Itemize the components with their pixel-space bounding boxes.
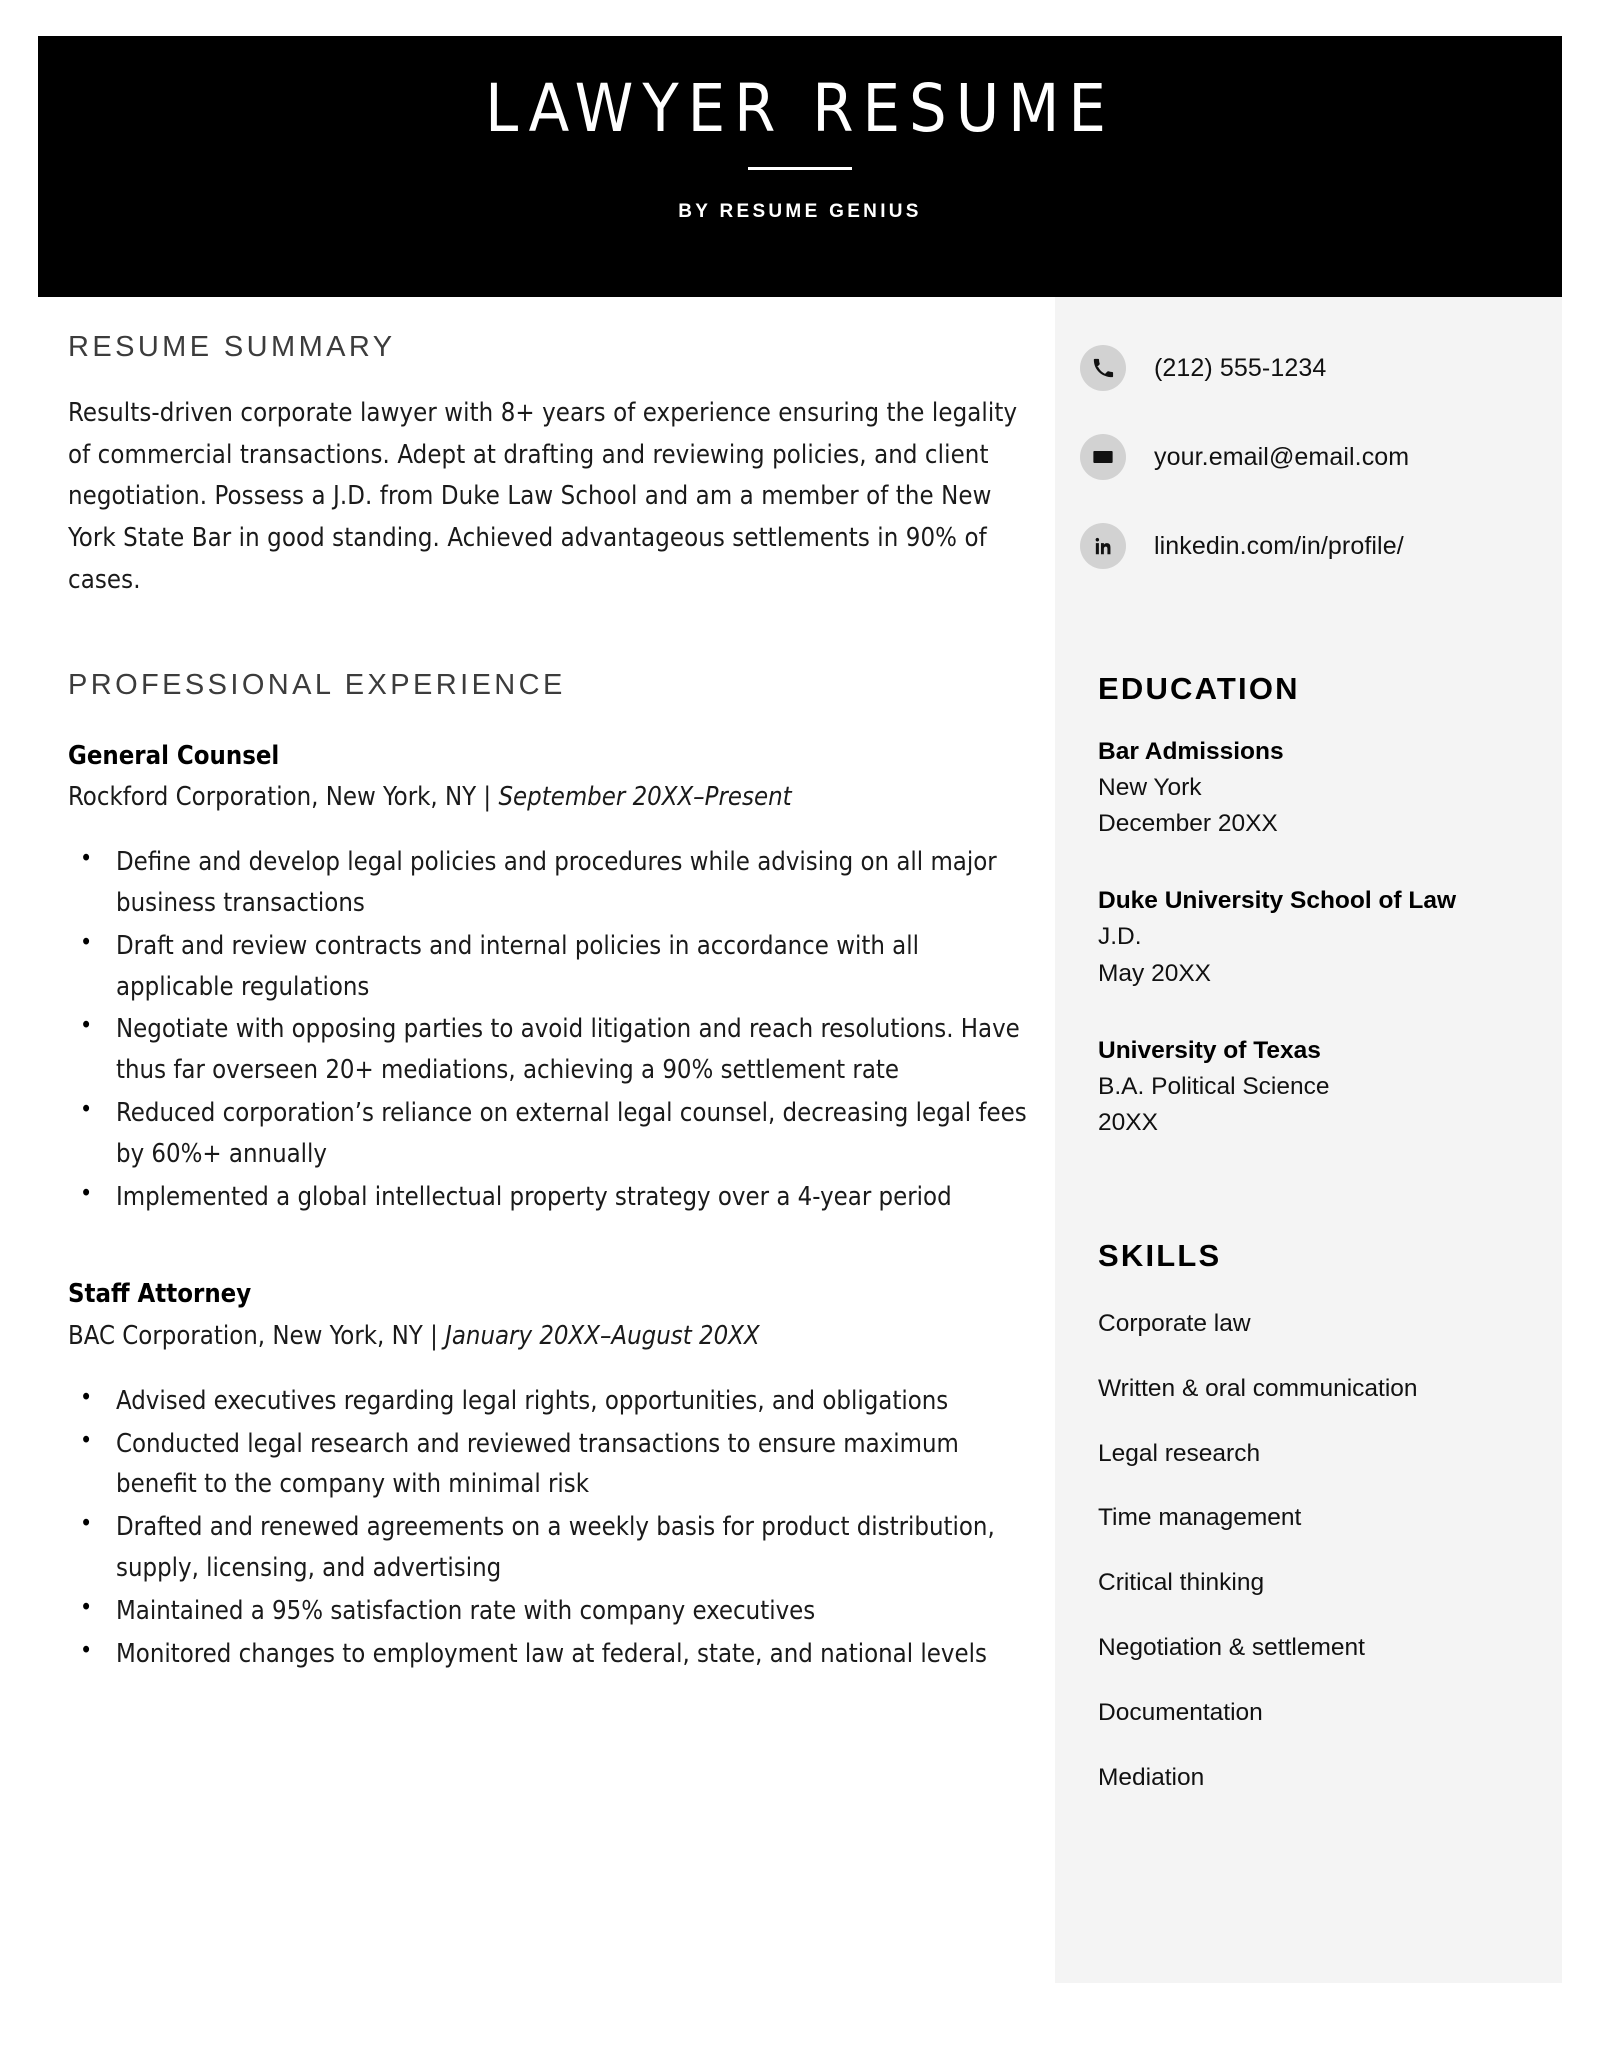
header-banner: LAWYER RESUME BY RESUME GENIUS xyxy=(38,36,1562,297)
list-item: Draft and review contracts and internal … xyxy=(68,925,1028,1008)
resume-summary-heading: RESUME SUMMARY xyxy=(68,331,396,363)
header-subtitle: BY RESUME GENIUS xyxy=(678,201,922,222)
job-dates: September 20XX–Present xyxy=(498,781,792,812)
skills-section: SKILLS Corporate law Written & oral comm… xyxy=(1098,1237,1558,1794)
education-date: 20XX xyxy=(1098,1108,1158,1136)
list-item: Written & oral communication xyxy=(1098,1374,1418,1402)
education-detail: B.A. Political Science xyxy=(1098,1072,1330,1100)
contact-linkedin-value: linkedin.com/in/profile/ xyxy=(1154,531,1404,560)
skills-heading: SKILLS xyxy=(1098,1237,1222,1273)
list-item: Monitored changes to employment law at f… xyxy=(68,1633,1028,1675)
education-school: University of Texas xyxy=(1098,1036,1321,1064)
education-date: December 20XX xyxy=(1098,810,1278,838)
list-item: Legal research xyxy=(1098,1439,1261,1467)
list-item: Time management xyxy=(1098,1504,1302,1532)
education-school: Bar Admissions xyxy=(1098,738,1284,766)
list-item: Critical thinking xyxy=(1098,1569,1265,1597)
professional-experience-heading: PROFESSIONAL EXPERIENCE xyxy=(68,668,566,701)
list-item: Reduced corporation’s reliance on extern… xyxy=(68,1092,1028,1175)
professional-experience-section: PROFESSIONAL EXPERIENCE General Counsel … xyxy=(68,668,1028,1675)
list-item: Advised executives regarding legal right… xyxy=(68,1380,1028,1422)
skills-list: Corporate law Written & oral communicati… xyxy=(1098,1308,1558,1794)
education-date: May 20XX xyxy=(1098,959,1212,987)
resume-page: LAWYER RESUME BY RESUME GENIUS RESUME SU… xyxy=(0,0,1600,2071)
envelope-icon xyxy=(1080,434,1126,480)
sidebar-body: EDUCATION Bar Admissions New York Decemb… xyxy=(1098,670,1558,1827)
linkedin-icon xyxy=(1080,523,1126,569)
resume-summary-text: Results-driven corporate lawyer with 8+ … xyxy=(68,397,1018,596)
header-divider xyxy=(748,167,852,170)
list-item: Define and develop legal policies and pr… xyxy=(68,841,1028,924)
list-item: Conducted legal research and reviewed tr… xyxy=(68,1423,1028,1506)
contact-item-linkedin[interactable]: linkedin.com/in/profile/ xyxy=(1080,523,1550,569)
list-item: Negotiate with opposing parties to avoid… xyxy=(68,1008,1028,1091)
job-title: Staff Attorney xyxy=(68,1279,252,1310)
job-meta: Rockford Corporation, New York, NY | Sep… xyxy=(68,778,1028,816)
education-entry: University of Texas B.A. Political Scien… xyxy=(1098,1034,1558,1139)
contact-item-phone[interactable]: (212) 555-1234 xyxy=(1080,345,1550,391)
list-item: Negotiation & settlement xyxy=(1098,1634,1365,1662)
job-title: General Counsel xyxy=(68,740,280,771)
education-heading: EDUCATION xyxy=(1098,671,1300,706)
contact-list: (212) 555-1234 your.email@email.com link… xyxy=(1080,345,1550,612)
list-item: Implemented a global intellectual proper… xyxy=(68,1176,1028,1218)
page-title: LAWYER RESUME xyxy=(485,70,1115,147)
job-bullets: Define and develop legal policies and pr… xyxy=(68,841,1028,1218)
list-item: Maintained a 95% satisfaction rate with … xyxy=(68,1590,1028,1632)
job-entry: General Counsel Rockford Corporation, Ne… xyxy=(68,737,1028,1218)
job-employer: Rockford Corporation, New York, NY | xyxy=(68,781,499,812)
list-item: Mediation xyxy=(1098,1763,1205,1791)
job-meta: BAC Corporation, New York, NY | January … xyxy=(68,1317,1028,1355)
contact-email-value: your.email@email.com xyxy=(1154,442,1410,471)
education-detail: New York xyxy=(1098,774,1202,802)
job-dates: January 20XX–August 20XX xyxy=(445,1320,760,1351)
job-employer: BAC Corporation, New York, NY | xyxy=(68,1320,446,1351)
list-item: Drafted and renewed agreements on a week… xyxy=(68,1506,1028,1589)
list-item: Corporate law xyxy=(1098,1309,1251,1337)
main-column: RESUME SUMMARY Results-driven corporate … xyxy=(68,330,1028,1676)
education-detail: J.D. xyxy=(1098,923,1142,951)
contact-item-email[interactable]: your.email@email.com xyxy=(1080,434,1550,480)
contact-phone-value: (212) 555-1234 xyxy=(1154,353,1327,382)
job-entry: Staff Attorney BAC Corporation, New York… xyxy=(68,1275,1028,1674)
education-entry: Bar Admissions New York December 20XX xyxy=(1098,735,1558,840)
education-entry: Duke University School of Law J.D. May 2… xyxy=(1098,884,1558,989)
education-school: Duke University School of Law xyxy=(1098,887,1457,915)
job-bullets: Advised executives regarding legal right… xyxy=(68,1380,1028,1675)
list-item: Documentation xyxy=(1098,1699,1263,1726)
phone-icon xyxy=(1080,345,1126,391)
